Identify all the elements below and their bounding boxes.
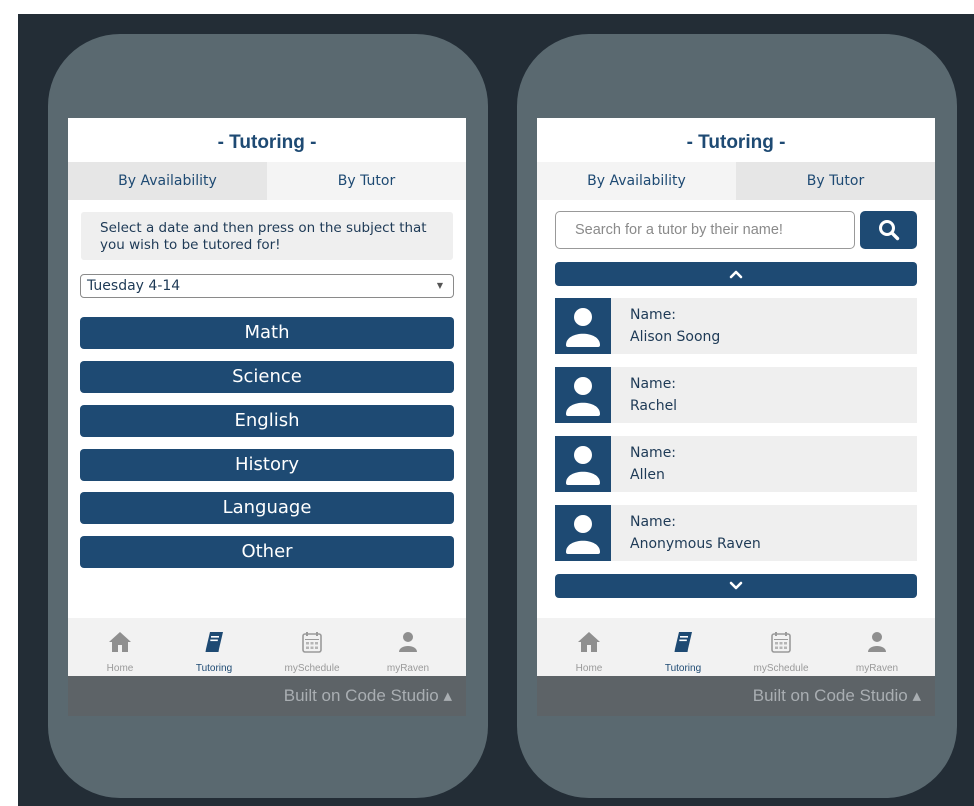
nav-myraven-label: myRaven [386, 663, 430, 674]
nav-myraven-label: myRaven [855, 663, 899, 674]
code-studio-footer[interactable]: Built on Code Studio ▴ [537, 676, 935, 716]
tutor-row[interactable]: Name: Anonymous Raven [555, 505, 917, 561]
tutor-name-label: Name: [630, 514, 677, 530]
instructions-text: Select a date and then press on the subj… [81, 212, 453, 260]
subject-button-science[interactable]: Science [80, 361, 454, 393]
nav-myschedule[interactable]: mySchedule [272, 618, 352, 676]
tutor-row[interactable]: Name: Rachel [555, 367, 917, 423]
avatar [555, 436, 611, 492]
nav-tutoring[interactable]: Tutoring [643, 618, 723, 676]
avatar [555, 367, 611, 423]
bottom-nav: Home Tutoring mySchedule myRaven [68, 618, 466, 676]
calendar-icon [302, 632, 322, 653]
search-button[interactable] [860, 211, 917, 249]
subject-button-history[interactable]: History [80, 449, 454, 481]
nav-myraven[interactable]: myRaven [837, 618, 917, 676]
avatar [555, 298, 611, 354]
nav-home[interactable]: Home [80, 618, 160, 676]
scroll-down-button[interactable] [555, 574, 917, 598]
tutor-name-label: Name: [630, 376, 677, 392]
nav-myschedule[interactable]: mySchedule [741, 618, 821, 676]
subject-button-other[interactable]: Other [80, 536, 454, 568]
calendar-icon [771, 632, 791, 653]
date-dropdown[interactable]: Tuesday 4-14 ▼ [80, 274, 454, 298]
tutor-name: Rachel [630, 398, 678, 414]
avatar [555, 505, 611, 561]
footer-text: Built on Code Studio ▴ [283, 686, 452, 705]
tab-by-tutor[interactable]: By Tutor [267, 162, 466, 200]
nav-home-label: Home [106, 663, 134, 674]
tutor-info: Name: Alison Soong [630, 304, 720, 348]
bottom-nav: Home Tutoring mySchedule myRaven [537, 618, 935, 676]
code-studio-footer[interactable]: Built on Code Studio ▴ [68, 676, 466, 716]
nav-myschedule-label: mySchedule [284, 663, 340, 674]
app-title: - Tutoring - [217, 132, 317, 153]
home-icon [109, 632, 131, 652]
tutor-name-label: Name: [630, 307, 677, 323]
tab-by-availability[interactable]: By Availability [68, 162, 267, 200]
tutor-info: Name: Anonymous Raven [630, 511, 761, 555]
tab-by-availability[interactable]: By Availability [537, 162, 736, 200]
nav-tutoring[interactable]: Tutoring [174, 618, 254, 676]
tutor-info: Name: Allen [630, 442, 676, 486]
user-icon [566, 446, 600, 485]
tutor-name-label: Name: [630, 445, 677, 461]
subject-button-math[interactable]: Math [80, 317, 454, 349]
tab-bar: By Availability By Tutor [68, 162, 466, 200]
chevron-down-icon [729, 581, 743, 590]
nav-myraven[interactable]: myRaven [368, 618, 448, 676]
user-icon [566, 515, 600, 554]
app-title: - Tutoring - [686, 132, 786, 153]
footer-text: Built on Code Studio ▴ [752, 686, 921, 705]
user-icon [566, 308, 600, 347]
user-icon [868, 632, 886, 652]
tutor-row[interactable]: Name: Allen [555, 436, 917, 492]
nav-tutoring-label: Tutoring [664, 663, 702, 674]
chevron-down-icon: ▼ [436, 281, 443, 290]
nav-myschedule-label: mySchedule [753, 663, 809, 674]
app-screen-availability: - Tutoring - By Availability By Tutor Se… [68, 118, 466, 716]
tab-by-tutor[interactable]: By Tutor [736, 162, 935, 200]
tutor-row[interactable]: Name: Alison Soong [555, 298, 917, 354]
subject-button-english[interactable]: English [80, 405, 454, 437]
tutor-search-input[interactable]: Search for a tutor by their name! [555, 211, 855, 249]
tutor-info: Name: Rachel [630, 373, 677, 417]
user-icon [399, 632, 417, 652]
subject-button-language[interactable]: Language [80, 492, 454, 524]
chevron-up-icon [729, 270, 743, 279]
date-dropdown-value: Tuesday 4-14 [87, 278, 181, 294]
search-icon [879, 220, 900, 241]
nav-home-label: Home [575, 663, 603, 674]
nav-tutoring-label: Tutoring [195, 663, 233, 674]
home-icon [578, 632, 600, 652]
tutor-name: Allen [630, 467, 665, 483]
scroll-up-button[interactable] [555, 262, 917, 286]
tutor-name: Alison Soong [630, 329, 721, 345]
user-icon [566, 377, 600, 416]
tab-bar: By Availability By Tutor [537, 162, 935, 200]
book-icon [205, 632, 223, 652]
book-icon [674, 632, 692, 652]
tutor-name: Anonymous Raven [630, 536, 761, 552]
nav-home[interactable]: Home [549, 618, 629, 676]
app-screen-tutor: - Tutoring - By Availability By Tutor Se… [537, 118, 935, 716]
